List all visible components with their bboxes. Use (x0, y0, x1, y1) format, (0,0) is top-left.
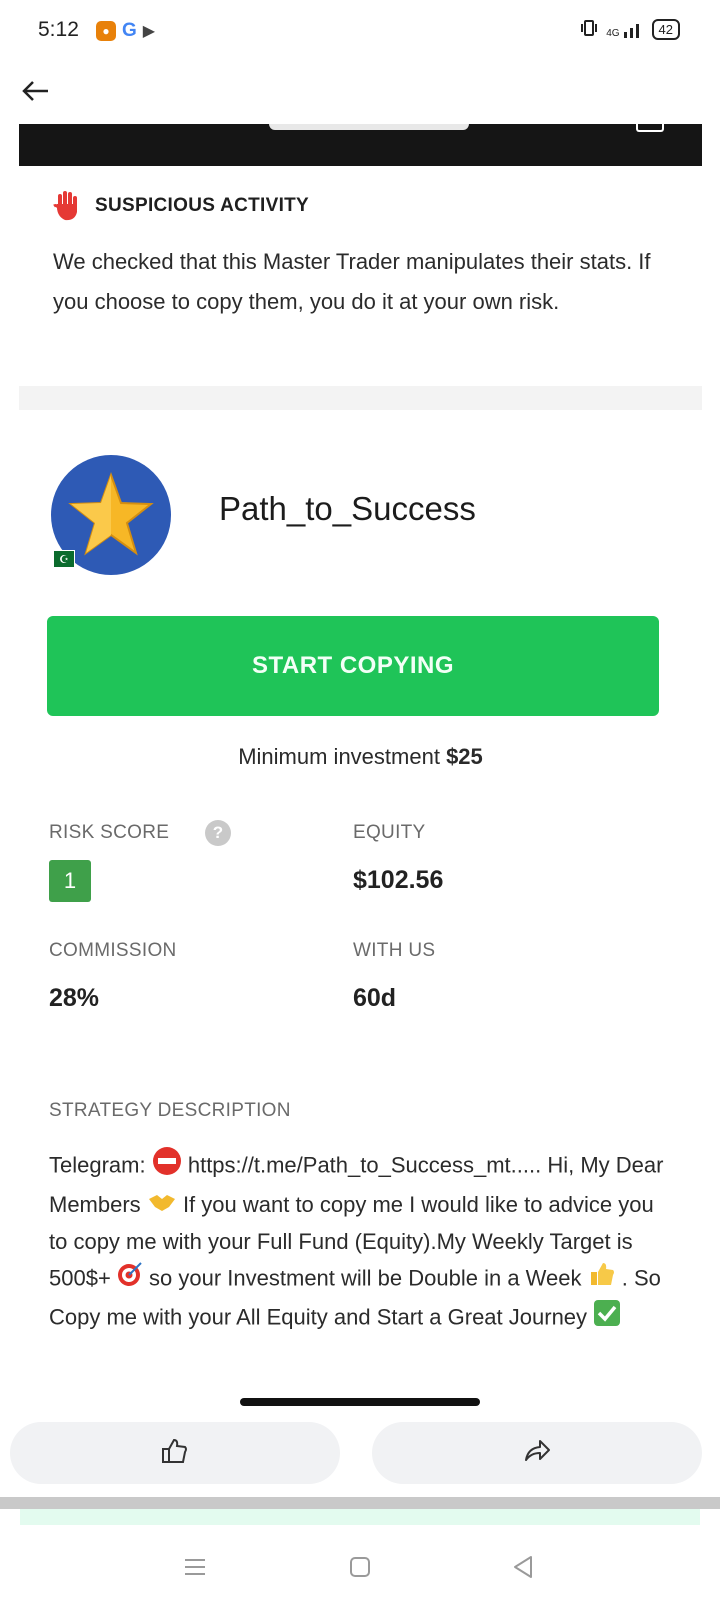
next-post-preview (20, 1509, 700, 1525)
shared-screenshot: SUSPICIOUS ACTIVITY We checked that this… (19, 124, 702, 1420)
no-entry-icon (152, 1146, 182, 1187)
help-icon[interactable]: ? (205, 820, 231, 846)
start-copying-button[interactable]: START COPYING (47, 616, 659, 716)
back-triangle-icon[interactable] (508, 1552, 538, 1582)
google-icon: G (122, 20, 137, 41)
notification-icons: ● G ▶ (96, 20, 155, 42)
vibrate-icon (580, 19, 598, 40)
strategy-part-target: so your Investment will be Double in a W… (149, 1265, 582, 1291)
check-mark-icon (593, 1299, 621, 1338)
header-menu-icon (636, 124, 664, 132)
divider-strip (0, 1497, 720, 1509)
trader-name: Path_to_Success (219, 490, 476, 527)
equity-label: EQUITY (353, 822, 426, 843)
country-flag-icon: ☪ (53, 550, 75, 568)
like-button[interactable] (10, 1422, 340, 1484)
min-investment-value: $25 (446, 744, 483, 769)
system-navigation-bar (0, 1530, 720, 1600)
risk-score-badge: 1 (49, 860, 91, 902)
suspicious-activity-card: SUSPICIOUS ACTIVITY We checked that this… (19, 166, 702, 386)
strategy-part-telegram: Telegram: (49, 1152, 146, 1178)
post-actions (0, 1420, 720, 1500)
thumbs-up-emoji-icon (588, 1260, 616, 1299)
warning-header: SUSPICIOUS ACTIVITY (53, 190, 309, 222)
play-store-icon: ▶ (142, 23, 156, 40)
home-indicator (240, 1398, 480, 1406)
commission-value: 28% (49, 984, 100, 1012)
strategy-description: Telegram: https://t.me/Path_to_Success_m… (49, 1146, 665, 1338)
trader-profile-card: ☪ Path_to_Success START COPYING Minimum … (19, 410, 702, 1420)
status-time: 5:12 (38, 18, 79, 41)
home-icon[interactable] (345, 1552, 375, 1582)
back-arrow-icon[interactable] (18, 74, 52, 108)
warning-message: We checked that this Master Trader manip… (53, 249, 651, 314)
signal-icon: 4G (606, 21, 643, 39)
system-icons: 4G 42 (580, 19, 680, 40)
share-icon (522, 1436, 552, 1471)
warning-title: SUSPICIOUS ACTIVITY (95, 195, 310, 216)
handshake-icon (147, 1188, 177, 1224)
header-logo-fragment (269, 124, 469, 130)
status-bar: 5:12 ● G ▶ 4G 42 (0, 0, 720, 64)
minimum-investment: Minimum investment $25 (19, 744, 702, 770)
with-us-value: 60d (353, 984, 397, 1012)
risk-score-label: RISK SCORE (49, 822, 170, 843)
target-icon (117, 1261, 143, 1298)
with-us-label: WITH US (353, 940, 436, 961)
strategy-description-label: STRATEGY DESCRIPTION (49, 1100, 291, 1121)
menu-icon[interactable] (180, 1552, 210, 1582)
share-button[interactable] (372, 1422, 702, 1484)
raised-hand-icon (53, 190, 81, 222)
app-header-bar (19, 124, 702, 166)
app-notification-icon: ● (96, 21, 116, 41)
thumbs-up-icon (160, 1436, 190, 1471)
top-navigation (0, 66, 720, 124)
commission-label: COMMISSION (49, 940, 177, 961)
battery-icon: 42 (651, 19, 680, 40)
star-icon (68, 472, 154, 556)
min-investment-label: Minimum investment (238, 744, 440, 769)
equity-value: $102.56 (353, 866, 444, 894)
